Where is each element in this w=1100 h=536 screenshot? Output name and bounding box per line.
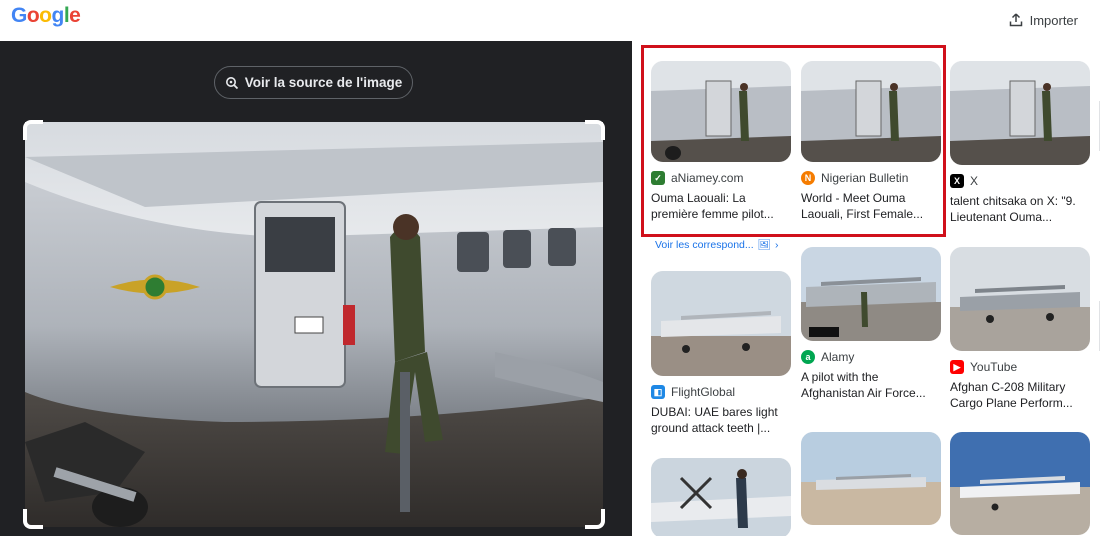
result-card[interactable]: a Alamy A pilot with the Afghanistan Air … (801, 247, 941, 401)
more-matches-link[interactable]: Voir les correspond... 🖼 › (655, 238, 779, 252)
airplane-photo (25, 122, 603, 527)
result-card[interactable] (801, 432, 941, 525)
result-source: XX (950, 173, 1090, 189)
result-card[interactable]: XX talent chitsaka on X: "9. Lieutenant … (950, 61, 1090, 225)
result-thumbnail[interactable] (950, 61, 1090, 165)
result-thumbnail[interactable] (651, 458, 791, 536)
result-thumbnail[interactable] (801, 432, 941, 525)
airplane-thumbnail (950, 247, 1090, 351)
crop-handle-bottom-right[interactable] (585, 509, 605, 529)
logo-letter: G (11, 4, 27, 27)
result-title[interactable]: A pilot with the Afghanistan Air Force..… (801, 369, 941, 401)
result-thumbnail[interactable] (950, 432, 1090, 535)
crop-handle-top-left[interactable] (23, 120, 43, 140)
top-bar: Google Importer (0, 0, 1100, 41)
favicon-icon: a (801, 350, 815, 364)
logo-letter: e (69, 4, 81, 27)
chevron-right-icon: › (774, 238, 779, 251)
result-thumbnail[interactable] (801, 247, 941, 341)
favicon-icon: ◧ (651, 385, 665, 399)
result-card[interactable]: ▶ YouTube Afghan C-208 Military Cargo Pla… (950, 247, 1090, 411)
result-card[interactable] (950, 432, 1090, 535)
airplane-thumbnail (950, 432, 1090, 535)
result-source-name: Alamy (821, 350, 855, 364)
import-label: Importer (1029, 12, 1078, 28)
youtube-icon: ▶ (950, 360, 964, 374)
result-card[interactable]: ◧ FlightGlobal DUBAI: UAE bares light gro… (651, 271, 791, 436)
view-source-button[interactable]: Voir la source de l'image (214, 66, 413, 99)
result-source: a Alamy (801, 349, 941, 365)
airplane-thumbnail (651, 271, 791, 376)
image-stack-icon: 🖼 (757, 239, 771, 251)
crop-handle-bottom-left[interactable] (23, 509, 43, 529)
logo-letter: g (51, 4, 65, 27)
result-source: ◧ FlightGlobal (651, 384, 791, 400)
airplane-thumbnail (950, 61, 1090, 165)
lens-search-icon (225, 76, 238, 89)
logo-letter: o (26, 4, 40, 27)
image-viewer: Voir la source de l'image (0, 41, 632, 536)
result-source-name: X (970, 174, 979, 188)
more-matches-label: Voir les correspond... (655, 238, 754, 251)
annotation-highlight-box (641, 45, 946, 237)
result-thumbnail[interactable] (651, 271, 791, 376)
x-logo-icon: X (950, 174, 964, 188)
result-source-name: YouTube (970, 360, 1018, 374)
google-logo[interactable]: Google (11, 4, 81, 28)
result-card[interactable] (651, 458, 791, 536)
query-image[interactable] (25, 122, 603, 527)
result-title[interactable]: DUBAI: UAE bares light ground attack tee… (651, 404, 791, 436)
result-thumbnail[interactable] (950, 247, 1090, 351)
airplane-thumbnail (801, 247, 941, 341)
airplane-thumbnail (651, 458, 791, 536)
result-source: ▶ YouTube (950, 359, 1090, 375)
logo-letter: o (39, 4, 52, 27)
import-button[interactable]: Importer (1008, 7, 1078, 33)
result-title[interactable]: Afghan C-208 Military Cargo Plane Perfor… (950, 379, 1090, 411)
result-source-name: FlightGlobal (671, 385, 736, 399)
result-title[interactable]: talent chitsaka on X: "9. Lieutenant Oum… (950, 193, 1090, 225)
airplane-thumbnail (801, 432, 941, 525)
upload-icon (1009, 13, 1022, 27)
crop-handle-top-right[interactable] (585, 120, 605, 140)
view-source-label: Voir la source de l'image (244, 75, 403, 90)
